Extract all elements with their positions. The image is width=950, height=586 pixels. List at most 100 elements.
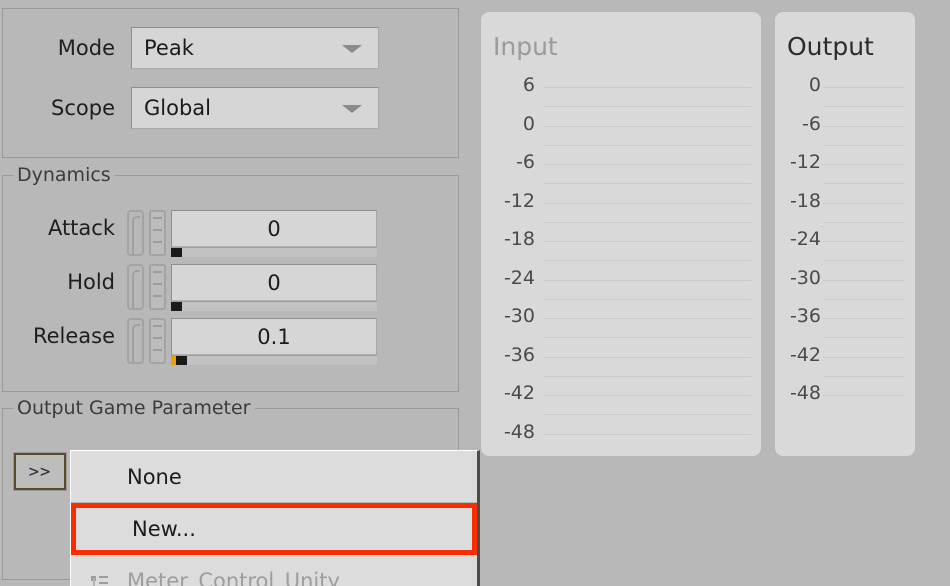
scope-combobox[interactable]: Global xyxy=(131,87,379,129)
meter-tick-label: -42 xyxy=(503,382,535,404)
meter-gridline xyxy=(543,202,751,204)
meter-gridline xyxy=(823,202,905,204)
hold-curve-icon[interactable] xyxy=(127,264,144,310)
meter-gridline xyxy=(823,87,905,88)
menu-item-label: New... xyxy=(132,517,196,541)
release-value: 0.1 xyxy=(257,324,291,349)
scope-label: Scope xyxy=(51,96,115,120)
meter-tick-label: -36 xyxy=(789,305,821,327)
meter-gridline xyxy=(823,241,905,242)
menu-item-new[interactable]: New... xyxy=(71,503,477,555)
field-row-scope: Scope Global xyxy=(11,87,379,129)
release-slider-handle xyxy=(176,356,187,365)
expand-button[interactable]: >> xyxy=(13,452,67,491)
scope-value: Global xyxy=(144,96,211,120)
meter-gridline xyxy=(543,298,751,300)
game-parameter-dropdown-menu[interactable]: None New... Meter_Control_Unity xyxy=(70,450,480,586)
meter-tick-label: -12 xyxy=(789,151,821,173)
meter-tick-label: -30 xyxy=(789,266,821,289)
meter-tick-label: 0 xyxy=(808,74,821,96)
meter-gridline xyxy=(543,318,751,319)
menu-item-none[interactable]: None xyxy=(71,451,477,503)
meter-tick-label: -30 xyxy=(503,305,535,327)
meter-gridline xyxy=(823,221,905,223)
release-value-slider[interactable]: 0.1 xyxy=(171,318,377,365)
chevron-down-icon xyxy=(342,105,362,113)
meter-gridline xyxy=(823,144,905,146)
meter-gridline xyxy=(543,375,751,377)
attack-value: 0 xyxy=(267,216,281,241)
dynamics-row-release: Release 0.1 xyxy=(3,314,458,365)
meter-tick-label: -42 xyxy=(789,343,821,366)
meter-tick-label: -24 xyxy=(503,266,535,289)
attack-slider-track[interactable] xyxy=(171,247,377,257)
meter-gridline xyxy=(543,395,751,396)
attack-tick-slider[interactable] xyxy=(149,210,166,256)
attack-label: Attack xyxy=(47,216,115,240)
input-meter-panel[interactable]: Input 6 0 -6 -12 -18 -24 -30 -36 -42 -48 xyxy=(481,12,761,456)
menu-item-label: Meter_Control_Unity xyxy=(127,568,340,586)
mode-scope-group: Mode Peak Scope Global xyxy=(2,8,459,158)
hold-value-box[interactable]: 0 xyxy=(171,264,377,301)
dynamics-group: Dynamics Attack 0 Hold 0 Release 0.1 xyxy=(2,165,459,392)
attack-value-box[interactable]: 0 xyxy=(171,210,377,247)
dynamics-row-hold: Hold 0 xyxy=(3,260,458,311)
meter-gridline xyxy=(823,318,905,319)
meter-gridline xyxy=(543,144,751,146)
meter-gridline xyxy=(823,183,905,185)
hold-value-slider[interactable]: 0 xyxy=(171,264,377,311)
meter-gridline xyxy=(543,241,751,242)
mode-combobox[interactable]: Peak xyxy=(131,27,379,69)
meter-gridline xyxy=(543,106,751,108)
meter-tick-label: -18 xyxy=(503,228,535,250)
meter-tick-label: -12 xyxy=(503,189,535,212)
dynamics-row-attack: Attack 0 xyxy=(3,206,458,257)
meter-gridline xyxy=(543,414,751,416)
expand-button-label: >> xyxy=(28,461,52,482)
menu-item-meter-control-unity[interactable]: Meter_Control_Unity xyxy=(71,555,477,586)
meter-tick-label: -6 xyxy=(516,151,535,173)
meter-tick-label: -48 xyxy=(789,382,821,404)
release-tick-slider[interactable] xyxy=(149,318,166,364)
meter-gridline xyxy=(543,337,751,339)
meter-tick-label: 6 xyxy=(522,74,535,96)
dynamics-group-title: Dynamics xyxy=(13,165,115,186)
app-window: Mode Peak Scope Global Dynamics Attack 0… xyxy=(0,0,950,586)
attack-curve-icon[interactable] xyxy=(127,210,144,256)
attack-value-slider[interactable]: 0 xyxy=(171,210,377,257)
hold-tick-slider[interactable] xyxy=(149,264,166,310)
output-game-parameter-title: Output Game Parameter xyxy=(13,398,255,419)
meter-gridline xyxy=(823,375,905,377)
meter-tick-label: -36 xyxy=(503,343,535,366)
meter-tick-label: -18 xyxy=(789,189,821,212)
meter-gridline xyxy=(823,125,905,127)
mode-value: Peak xyxy=(144,36,194,60)
meter-gridline xyxy=(823,356,905,358)
release-value-box[interactable]: 0.1 xyxy=(171,318,377,355)
meter-tick-label: -6 xyxy=(802,112,821,135)
chevron-down-icon xyxy=(342,45,362,53)
meter-tick-label: -24 xyxy=(789,228,821,250)
hold-value: 0 xyxy=(267,270,281,295)
hold-slider-track[interactable] xyxy=(171,301,377,311)
meter-tick-label: 0 xyxy=(522,112,535,135)
background-bottom xyxy=(466,458,950,586)
meter-gridline xyxy=(543,260,751,262)
meter-gridline xyxy=(823,337,905,339)
meter-gridline xyxy=(543,356,751,358)
mode-label: Mode xyxy=(57,36,115,60)
attack-slider-handle xyxy=(171,248,182,257)
meter-gridline xyxy=(543,279,751,281)
release-curve-icon[interactable] xyxy=(127,318,144,364)
hold-label: Hold xyxy=(67,270,115,294)
release-slider-track[interactable] xyxy=(171,355,377,365)
release-label: Release xyxy=(32,324,115,348)
meter-gridline xyxy=(823,298,905,300)
input-meter-scale: 6 0 -6 -12 -18 -24 -30 -36 -42 -48 xyxy=(481,12,761,456)
meter-gridline xyxy=(543,221,751,223)
meter-gridline xyxy=(543,164,751,165)
meter-gridline xyxy=(543,183,751,185)
meter-gridline xyxy=(823,106,905,108)
output-meter-panel[interactable]: Output 0 -6 -12 -18 -24 -30 -36 -42 -48 xyxy=(775,12,915,456)
meter-gridline xyxy=(543,433,751,435)
